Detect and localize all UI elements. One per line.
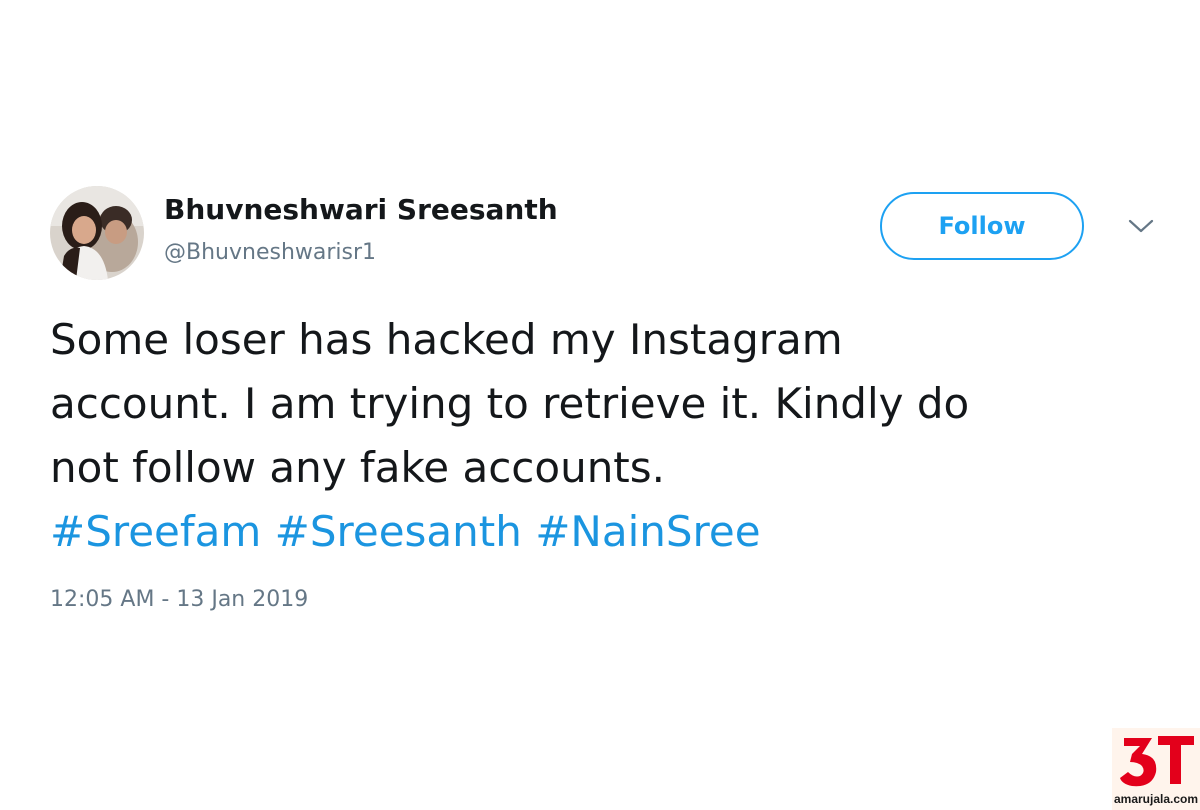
follow-button[interactable]: Follow — [880, 192, 1084, 260]
profile-avatar[interactable] — [50, 186, 144, 280]
hashtag-line: #Sreefam #Sreesanth #NainSree — [50, 500, 1150, 564]
tweet-card: Bhuvneshwari Sreesanth @Bhuvneshwarisr1 … — [0, 0, 1200, 810]
watermark-site-text: amarujala.com — [1113, 792, 1199, 806]
hashtag-link[interactable]: #Sreesanth — [275, 507, 522, 556]
chevron-down-icon[interactable] — [1126, 216, 1156, 236]
amarujala-logo-icon — [1120, 736, 1194, 787]
tweet-text-line: account. I am trying to retrieve it. Kin… — [50, 379, 970, 428]
user-display-name[interactable]: Bhuvneshwari Sreesanth — [164, 193, 558, 226]
tweet-timestamp[interactable]: 12:05 AM - 13 Jan 2019 — [50, 587, 308, 612]
tweet-text-line: not follow any fake accounts. — [50, 443, 666, 492]
amarujala-watermark-logo: amarujala.com — [1112, 728, 1200, 810]
tweet-text-line: Some loser has hacked my Instagram — [50, 315, 843, 364]
tweet-body: Some loser has hacked my Instagram accou… — [50, 308, 1150, 564]
avatar-photo-icon — [50, 186, 144, 280]
user-handle[interactable]: @Bhuvneshwarisr1 — [164, 240, 376, 265]
hashtag-link[interactable]: #NainSree — [535, 507, 760, 556]
hashtag-link[interactable]: #Sreefam — [50, 507, 261, 556]
